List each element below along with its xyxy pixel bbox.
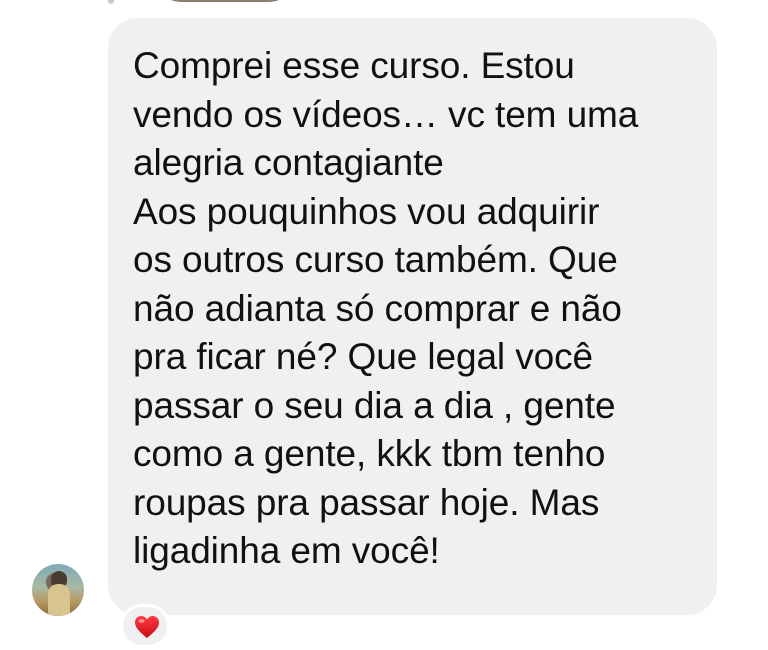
message-bubble[interactable]: Comprei esse curso. Estou vendo os vídeo… — [108, 18, 717, 615]
reaction-badge[interactable] — [120, 604, 170, 648]
message-text: Comprei esse curso. Estou vendo os vídeo… — [133, 45, 639, 571]
heart-icon — [135, 616, 159, 638]
avatar-figure — [48, 584, 70, 616]
previous-message-avatar — [150, 0, 300, 2]
sender-avatar[interactable] — [32, 564, 84, 616]
previous-message-indicator — [108, 0, 114, 4]
